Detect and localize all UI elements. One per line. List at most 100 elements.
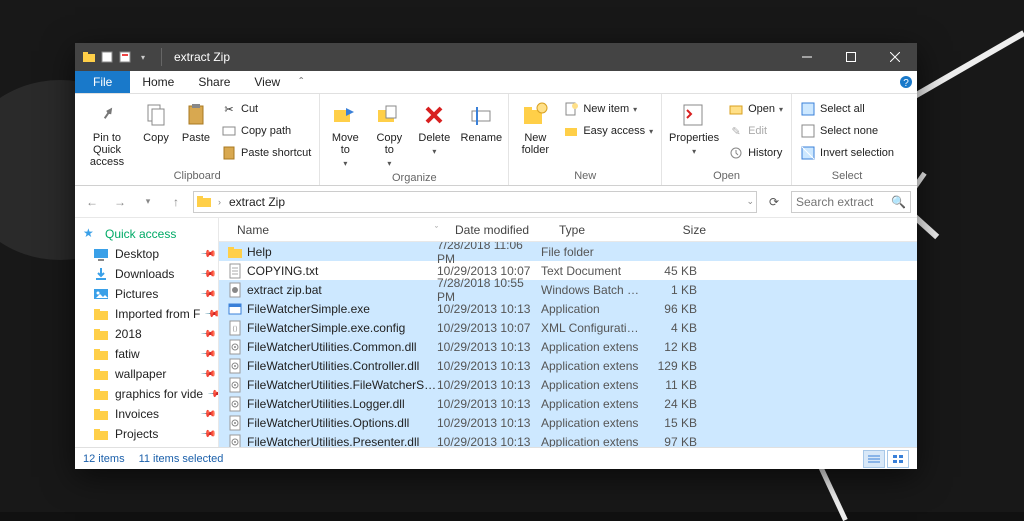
file-size: 4 KB [641,321,697,335]
cut-button[interactable]: ✂Cut [217,98,315,120]
select-all-button[interactable]: Select all [796,98,898,120]
easy-access-button[interactable]: Easy access ▾ [559,120,657,142]
sidebar-item[interactable]: Invoices📌 [75,404,218,424]
refresh-button[interactable]: ⟳ [763,195,785,209]
sidebar-item[interactable]: wallpaper📌 [75,364,218,384]
table-row[interactable]: extract zip.bat7/28/2018 10:55 PMWindows… [219,280,917,299]
pictures-icon [93,286,109,302]
history-button[interactable]: History [724,142,787,164]
paste-button[interactable]: Paste [177,96,215,144]
sidebar-item[interactable]: Pictures📌 [75,284,218,304]
file-name: FileWatcherUtilities.Presenter.dll [247,435,437,448]
file-name: FileWatcherSimple.exe [247,302,437,316]
tab-home[interactable]: Home [130,71,186,93]
table-row[interactable]: FileWatcherUtilities.Options.dll10/29/20… [219,413,917,432]
dropdown-icon[interactable]: ▾ [135,49,151,65]
table-row[interactable]: Help7/28/2018 11:06 PMFile folder [219,242,917,261]
properties-icon[interactable] [117,49,133,65]
file-size: 45 KB [641,264,697,278]
file-type: Application extens [541,435,641,448]
new-folder-button[interactable]: New folder [513,96,557,156]
folder-icon [81,49,97,65]
edit-button[interactable]: ✎Edit [724,120,787,142]
table-row[interactable]: FileWatcherUtilities.FileWatcherServiceC… [219,375,917,394]
dll-icon [227,339,243,355]
table-row[interactable]: FileWatcherUtilities.Presenter.dll10/29/… [219,432,917,447]
sidebar-item[interactable]: graphics for vide 📌 [75,384,218,404]
help-icon[interactable]: ? [895,71,917,93]
group-label-select: Select [796,168,898,185]
column-size[interactable]: Size [651,218,715,241]
titlebar: ▾ extract Zip [75,43,917,71]
table-row[interactable]: FileWatcherUtilities.Common.dll10/29/201… [219,337,917,356]
tab-share[interactable]: Share [186,71,242,93]
sidebar-item[interactable]: Downloads📌 [75,264,218,284]
table-row[interactable]: COPYING.txt10/29/2013 10:07Text Document… [219,261,917,280]
column-date[interactable]: Date modified [447,218,551,241]
sidebar-quick-access[interactable]: ★ Quick access [75,224,218,244]
sidebar-item[interactable]: Imported from F📌 [75,304,218,324]
tab-file[interactable]: File [75,71,130,93]
search-input[interactable] [796,195,876,209]
file-list[interactable]: Help7/28/2018 11:06 PMFile folderCOPYING… [219,242,917,447]
file-date: 10/29/2013 10:13 [437,397,541,411]
open-button[interactable]: Open ▾ [724,98,787,120]
scissors-icon: ✂ [221,101,237,117]
sidebar-item-label: Desktop [115,247,159,261]
column-name[interactable]: Nameˇ [229,218,447,241]
copy-to-button[interactable]: Copy to▾ [368,96,410,170]
invert-selection-button[interactable]: Invert selection [796,142,898,164]
delete-button[interactable]: Delete▾ [412,96,456,158]
new-item-button[interactable]: New item ▾ [559,98,657,120]
pin-icon: 📌 [207,386,218,403]
file-name: FileWatcherSimple.exe.config [247,321,437,335]
rename-button[interactable]: Rename [458,96,504,144]
invert-selection-icon [800,145,816,161]
select-none-button[interactable]: Select none [796,120,898,142]
file-date: 7/28/2018 11:06 PM [437,242,541,266]
column-headers: Nameˇ Date modified Type Size [219,218,917,242]
icons-view-button[interactable] [887,450,909,468]
forward-button[interactable]: → [109,191,131,213]
move-to-button[interactable]: Move to▾ [324,96,366,170]
breadcrumb[interactable]: extract Zip [225,195,289,209]
minimize-button[interactable] [785,43,829,71]
checkbox-icon[interactable] [99,49,115,65]
sidebar-item[interactable]: Projects📌 [75,424,218,444]
table-row[interactable]: ⟨⟩FileWatcherSimple.exe.config10/29/2013… [219,318,917,337]
file-date: 10/29/2013 10:07 [437,321,541,335]
chevron-down-icon[interactable]: ⌄ [746,196,754,207]
sidebar-item[interactable]: 2018📌 [75,324,218,344]
pin-to-quick-access-button[interactable]: Pin to Quick access [79,96,135,168]
copy-icon [140,100,172,130]
table-row[interactable]: FileWatcherUtilities.Logger.dll10/29/201… [219,394,917,413]
pin-icon: 📌 [199,266,216,283]
copy-button[interactable]: Copy [137,96,175,144]
pin-icon: 📌 [199,366,216,383]
up-button[interactable]: ↑ [165,191,187,213]
close-button[interactable] [873,43,917,71]
recent-button[interactable]: ▾ [137,191,159,213]
sidebar-item[interactable]: Desktop📌 [75,244,218,264]
exe-icon [227,301,243,317]
copy-path-button[interactable]: Copy path [217,120,315,142]
details-view-button[interactable] [863,450,885,468]
dll-icon [227,415,243,431]
group-label-new: New [513,168,657,185]
dll-icon [227,358,243,374]
table-row[interactable]: FileWatcherUtilities.Controller.dll10/29… [219,356,917,375]
search-box[interactable]: 🔍 [791,191,911,213]
tab-view[interactable]: View [242,71,292,93]
back-button[interactable]: ← [81,191,103,213]
collapse-ribbon-icon[interactable]: ˆ [292,71,310,93]
maximize-button[interactable] [829,43,873,71]
file-date: 10/29/2013 10:13 [437,302,541,316]
properties-button[interactable]: Properties▾ [666,96,722,158]
sidebar-item-label: graphics for vide [115,387,203,401]
table-row[interactable]: FileWatcherSimple.exe10/29/2013 10:13App… [219,299,917,318]
sidebar-item[interactable]: fatiw📌 [75,344,218,364]
column-type[interactable]: Type [551,218,651,241]
address-bar[interactable]: › extract Zip ⌄ [193,191,757,213]
paste-shortcut-button[interactable]: Paste shortcut [217,142,315,164]
file-size: 12 KB [641,340,697,354]
